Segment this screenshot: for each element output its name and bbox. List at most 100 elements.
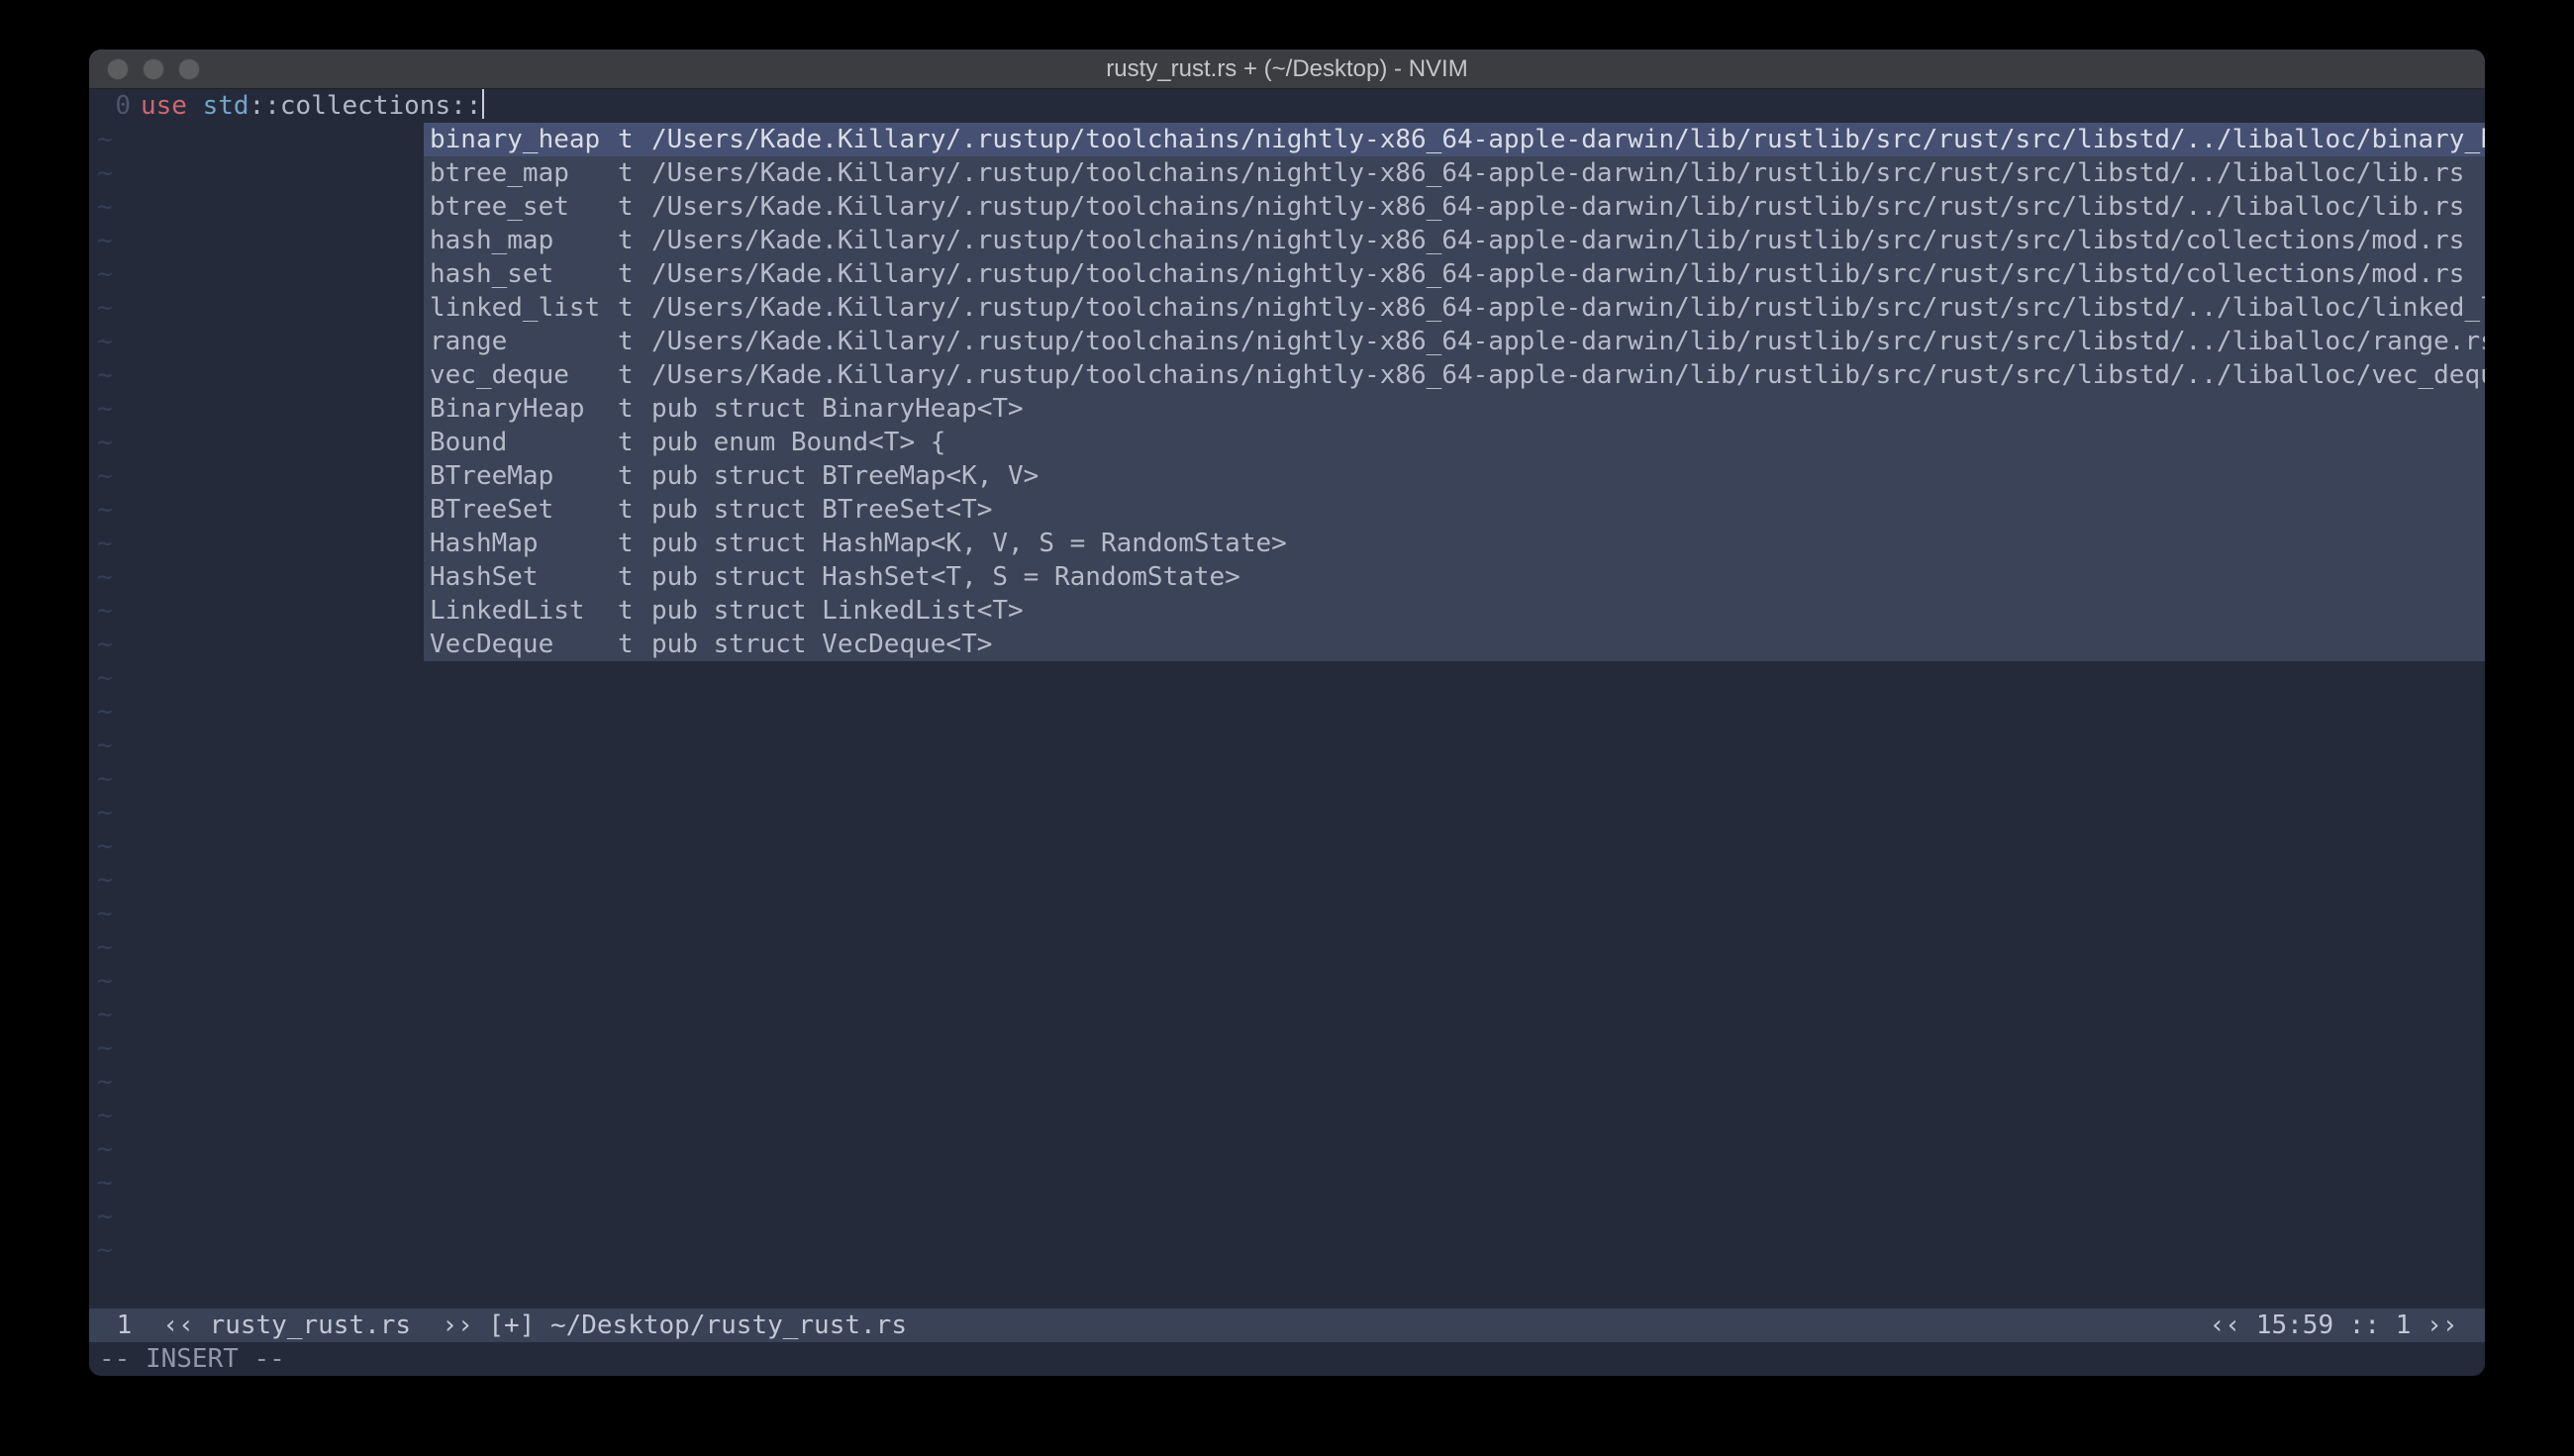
completion-detail: pub struct HashSet<T, S = RandomState> xyxy=(651,560,1240,594)
completion-item[interactable]: btree_sett/Users/Kade.Killary/.rustup/to… xyxy=(424,190,2485,224)
completion-item[interactable]: Boundtpub enum Bound<T> { xyxy=(424,426,2485,459)
completion-detail: /Users/Kade.Killary/.rustup/toolchains/n… xyxy=(651,291,2485,325)
tilde-marker: ~ xyxy=(97,493,113,527)
completion-detail: pub struct HashMap<K, V, S = RandomState… xyxy=(651,527,1287,560)
tilde-marker: ~ xyxy=(97,1031,113,1065)
completion-name: Bound xyxy=(430,426,618,459)
tilde-marker: ~ xyxy=(97,998,113,1031)
zoom-icon[interactable] xyxy=(178,58,200,80)
minimize-icon[interactable] xyxy=(143,58,164,80)
completion-name: VecDeque xyxy=(430,628,618,661)
completion-item[interactable]: BTreeSettpub struct BTreeSet<T> xyxy=(424,493,2485,527)
completion-item[interactable]: linked_listt/Users/Kade.Killary/.rustup/… xyxy=(424,291,2485,325)
tilde-marker: ~ xyxy=(97,1200,113,1233)
completion-name: BTreeMap xyxy=(430,459,618,493)
completion-item[interactable]: VecDequetpub struct VecDeque<T> xyxy=(424,628,2485,661)
completion-name: binary_heap xyxy=(430,123,618,156)
completion-kind: t xyxy=(618,358,651,392)
completion-kind: t xyxy=(618,426,651,459)
tilde-marker: ~ xyxy=(97,628,113,661)
editor-area[interactable]: 0 use std::collections:: ~~~~~~~~~~~~~~~… xyxy=(89,89,2485,1376)
completion-name: LinkedList xyxy=(430,594,618,628)
completion-item[interactable]: vec_dequet/Users/Kade.Killary/.rustup/to… xyxy=(424,358,2485,392)
code-line-0[interactable]: 0 use std::collections:: xyxy=(89,89,2485,123)
tilde-marker: ~ xyxy=(97,527,113,560)
completion-kind: t xyxy=(618,527,651,560)
completion-item[interactable]: btree_mapt/Users/Kade.Killary/.rustup/to… xyxy=(424,156,2485,190)
tilde-marker: ~ xyxy=(97,156,113,190)
tilde-marker: ~ xyxy=(97,325,113,358)
completion-detail: /Users/Kade.Killary/.rustup/toolchains/n… xyxy=(651,358,2485,392)
completion-item[interactable]: LinkedListtpub struct LinkedList<T> xyxy=(424,594,2485,628)
completion-item[interactable]: BTreeMaptpub struct BTreeMap<K, V> xyxy=(424,459,2485,493)
completion-item[interactable]: hash_sett/Users/Kade.Killary/.rustup/too… xyxy=(424,257,2485,291)
tilde-marker: ~ xyxy=(97,123,113,156)
completion-name: vec_deque xyxy=(430,358,618,392)
cursor xyxy=(482,89,484,119)
empty-line-markers: ~~~~~~~~~~~~~~~~~~~~~~~~~~~~~~~~~~ xyxy=(97,123,113,1267)
window-title: rusty_rust.rs + (~/Desktop) - NVIM xyxy=(89,52,2485,86)
tilde-marker: ~ xyxy=(97,358,113,392)
traffic-lights xyxy=(89,58,200,80)
completion-kind: t xyxy=(618,123,651,156)
tilde-marker: ~ xyxy=(97,728,113,762)
tilde-marker: ~ xyxy=(97,1166,113,1200)
keyword-use: use xyxy=(141,89,187,123)
completion-detail: pub struct BinaryHeap<T> xyxy=(651,392,1024,426)
completion-item[interactable]: binary_heapt/Users/Kade.Killary/.rustup/… xyxy=(424,123,2485,156)
completion-name: range xyxy=(430,325,618,358)
completion-name: hash_map xyxy=(430,224,618,257)
tilde-marker: ~ xyxy=(97,863,113,897)
close-icon[interactable] xyxy=(107,58,129,80)
line-number: 0 xyxy=(97,89,141,123)
completion-kind: t xyxy=(618,560,651,594)
tilde-marker: ~ xyxy=(97,257,113,291)
completion-kind: t xyxy=(618,594,651,628)
completion-name: linked_list xyxy=(430,291,618,325)
completion-name: HashMap xyxy=(430,527,618,560)
completion-detail: /Users/Kade.Killary/.rustup/toolchains/n… xyxy=(651,224,2464,257)
punct-colons2: :: xyxy=(450,89,481,123)
tilde-marker: ~ xyxy=(97,695,113,728)
tilde-marker: ~ xyxy=(97,1099,113,1132)
tilde-marker: ~ xyxy=(97,392,113,426)
completion-item[interactable]: hash_mapt/Users/Kade.Killary/.rustup/too… xyxy=(424,224,2485,257)
completion-detail: /Users/Kade.Killary/.rustup/toolchains/n… xyxy=(651,190,2464,224)
status-right: ‹‹ 15:59 :: 1 ›› xyxy=(2210,1309,2473,1342)
tilde-marker: ~ xyxy=(97,762,113,796)
tilde-marker: ~ xyxy=(97,459,113,493)
completion-name: BinaryHeap xyxy=(430,392,618,426)
completion-item[interactable]: HashSettpub struct HashSet<T, S = Random… xyxy=(424,560,2485,594)
completion-item[interactable]: HashMaptpub struct HashMap<K, V, S = Ran… xyxy=(424,527,2485,560)
completion-popup[interactable]: binary_heapt/Users/Kade.Killary/.rustup/… xyxy=(424,123,2485,661)
tilde-marker: ~ xyxy=(97,964,113,998)
punct-colons: :: xyxy=(249,89,280,123)
tilde-marker: ~ xyxy=(97,426,113,459)
tilde-marker: ~ xyxy=(97,1233,113,1267)
completion-kind: t xyxy=(618,628,651,661)
status-line: 1 ‹‹ rusty_rust.rs ›› [+] ~/Desktop/rust… xyxy=(89,1309,2485,1342)
terminal-window: rusty_rust.rs + (~/Desktop) - NVIM 0 use… xyxy=(89,49,2485,1376)
completion-detail: /Users/Kade.Killary/.rustup/toolchains/n… xyxy=(651,257,2464,291)
completion-item[interactable]: ranget/Users/Kade.Killary/.rustup/toolch… xyxy=(424,325,2485,358)
completion-detail: pub struct BTreeSet<T> xyxy=(651,493,992,527)
tilde-marker: ~ xyxy=(97,1065,113,1099)
tilde-marker: ~ xyxy=(97,594,113,628)
completion-kind: t xyxy=(618,257,651,291)
tilde-marker: ~ xyxy=(97,661,113,695)
tilde-marker: ~ xyxy=(97,560,113,594)
completion-detail: /Users/Kade.Killary/.rustup/toolchains/n… xyxy=(651,325,2485,358)
titlebar[interactable]: rusty_rust.rs + (~/Desktop) - NVIM xyxy=(89,49,2485,89)
completion-detail: /Users/Kade.Killary/.rustup/toolchains/n… xyxy=(651,123,2485,156)
tilde-marker: ~ xyxy=(97,829,113,863)
completion-item[interactable]: BinaryHeaptpub struct BinaryHeap<T> xyxy=(424,392,2485,426)
tilde-marker: ~ xyxy=(97,930,113,964)
status-left: 1 ‹‹ rusty_rust.rs ›› [+] ~/Desktop/rust… xyxy=(101,1309,907,1342)
completion-kind: t xyxy=(618,459,651,493)
completion-name: hash_set xyxy=(430,257,618,291)
mode-line: -- INSERT -- xyxy=(89,1342,2485,1376)
completion-detail: /Users/Kade.Killary/.rustup/toolchains/n… xyxy=(651,156,2464,190)
completion-detail: pub struct VecDeque<T> xyxy=(651,628,992,661)
completion-name: HashSet xyxy=(430,560,618,594)
completion-kind: t xyxy=(618,325,651,358)
